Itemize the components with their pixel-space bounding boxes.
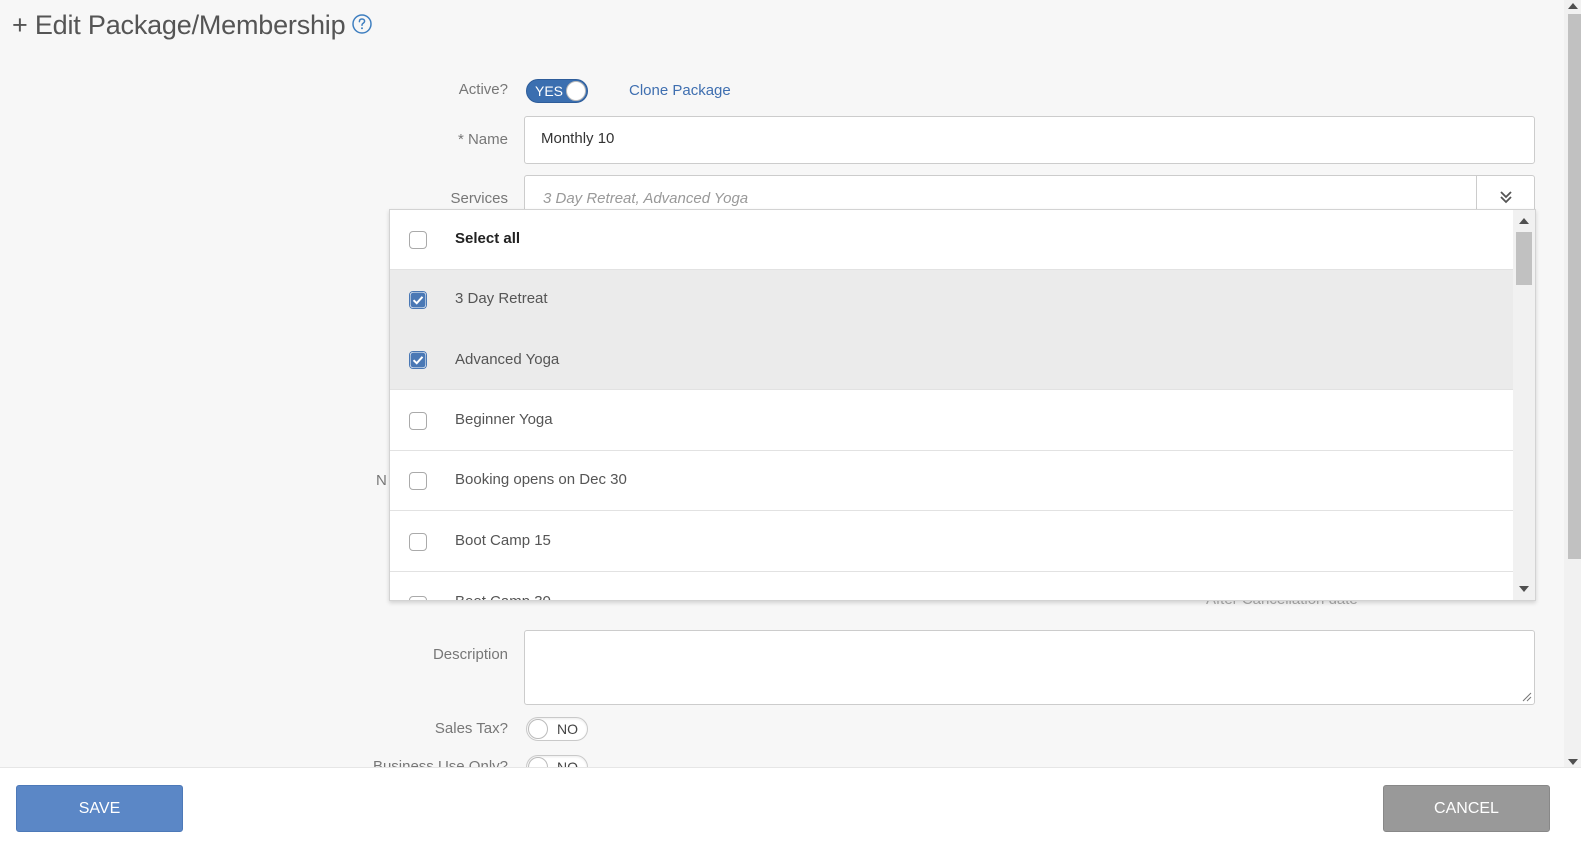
services-dropdown-list: Select all 3 Day Retreat Advanced Yoga B… xyxy=(389,209,1536,601)
toggle-knob xyxy=(566,81,586,101)
list-item[interactable]: Boot Camp 30 xyxy=(390,572,1514,600)
select-all-checkbox[interactable] xyxy=(409,231,427,249)
dropdown-scrollbar[interactable] xyxy=(1513,210,1535,600)
services-select-value: 3 Day Retreat, Advanced Yoga xyxy=(543,190,749,207)
name-label: * Name xyxy=(457,131,508,148)
sales-tax-label: Sales Tax? xyxy=(434,720,508,737)
description-label: Description xyxy=(432,646,508,663)
list-item-label: 3 Day Retreat xyxy=(455,290,548,307)
active-toggle-label: YES xyxy=(535,83,564,99)
list-item[interactable]: Boot Camp 15 xyxy=(390,512,1514,572)
sales-tax-toggle[interactable]: NO xyxy=(526,717,588,741)
clone-package-link[interactable]: Clone Package xyxy=(629,82,731,99)
list-item[interactable]: Booking opens on Dec 30 xyxy=(390,451,1514,511)
resize-handle-icon[interactable] xyxy=(1522,692,1532,702)
active-label: Active? xyxy=(458,81,508,98)
name-input[interactable]: Monthly 10 xyxy=(524,116,1535,164)
double-chevron-down-icon xyxy=(1499,191,1512,204)
list-item-label: Advanced Yoga xyxy=(455,351,560,368)
name-input-value: Monthly 10 xyxy=(541,130,615,147)
page-title-text: + Edit Package/Membership xyxy=(12,10,346,40)
active-toggle[interactable]: YES xyxy=(526,79,588,103)
list-item[interactable]: Advanced Yoga xyxy=(390,330,1514,390)
dropdown-scroll-thumb[interactable] xyxy=(1516,232,1532,285)
scroll-up-icon[interactable] xyxy=(1568,3,1578,9)
checkbox[interactable] xyxy=(409,596,427,600)
checkbox[interactable] xyxy=(409,472,427,490)
list-item-label: Booking opens on Dec 30 xyxy=(455,471,627,488)
check-icon xyxy=(410,352,426,368)
list-item[interactable]: 3 Day Retreat xyxy=(390,270,1514,330)
scroll-down-icon[interactable] xyxy=(1568,759,1578,765)
page-scrollbar[interactable] xyxy=(1564,0,1581,768)
checkbox-checked[interactable] xyxy=(409,351,427,369)
scroll-down-icon[interactable] xyxy=(1519,586,1529,592)
description-textarea[interactable] xyxy=(524,630,1535,705)
question-circle-icon[interactable] xyxy=(352,13,373,34)
sales-tax-toggle-label: NO xyxy=(557,721,578,737)
list-item-label: Beginner Yoga xyxy=(455,411,553,428)
toggle-knob xyxy=(528,719,548,739)
checkbox[interactable] xyxy=(409,533,427,551)
page-scroll-thumb[interactable] xyxy=(1568,14,1581,559)
page-title: + Edit Package/Membership xyxy=(12,10,373,41)
list-item[interactable]: Beginner Yoga xyxy=(390,391,1514,451)
scroll-up-icon[interactable] xyxy=(1519,218,1529,224)
footer-bar: SAVE CANCEL xyxy=(0,767,1581,852)
checkbox-checked[interactable] xyxy=(409,291,427,309)
list-item-label: Boot Camp 15 xyxy=(455,532,551,549)
select-all-option[interactable]: Select all xyxy=(390,210,1514,270)
checkbox[interactable] xyxy=(409,412,427,430)
hidden-field-label: N xyxy=(376,472,387,489)
list-item-label: Boot Camp 30 xyxy=(455,593,551,600)
select-all-label: Select all xyxy=(455,230,521,247)
check-icon xyxy=(410,292,426,308)
cancel-button[interactable]: CANCEL xyxy=(1383,785,1550,832)
save-button[interactable]: SAVE xyxy=(16,785,183,832)
services-label: Services xyxy=(450,190,508,207)
